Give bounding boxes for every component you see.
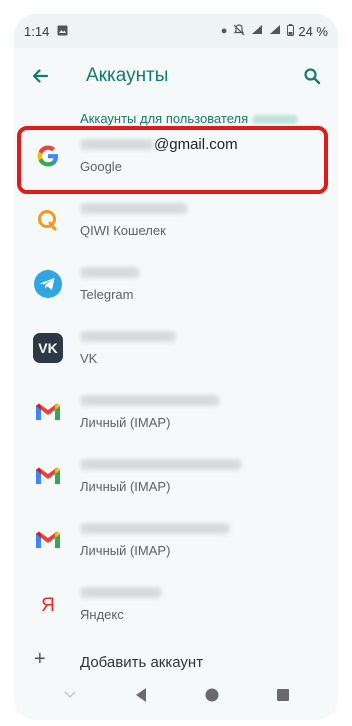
plus-icon: + [34,648,46,670]
account-type: Telegram [80,287,134,302]
add-account-label: Добавить аккаунт [80,654,204,671]
svg-text:VK: VK [38,340,57,356]
account-name: @gmail.com [80,134,328,154]
page-title: Аккаунты [86,65,169,86]
qiwi-icon [32,204,64,236]
search-button[interactable] [296,60,328,92]
account-type: Google [80,159,122,174]
status-time: 1:14 [24,23,50,39]
back-button[interactable] [24,60,56,92]
account-row-telegram[interactable]: Telegram [14,252,338,316]
blurred-account-name [80,202,188,214]
gallery-notification-icon [57,24,68,39]
navigation-bar [14,670,338,720]
account-row-yandex[interactable]: Я Яндекс [14,572,338,636]
account-texts: Личный (IMAP) [80,454,328,494]
account-name [80,326,328,346]
account-type: Личный (IMAP) [80,415,171,430]
battery-level: 24 % [298,23,328,39]
blurred-account-name [80,522,230,534]
account-name [80,582,328,602]
google-icon [32,140,64,172]
account-type: VK [80,351,98,366]
account-row-imap-1[interactable]: Личный (IMAP) [14,380,338,444]
gmail-icon [32,396,64,428]
blurred-account-name [80,394,220,406]
app-bar: Аккаунты [14,48,338,104]
signal-icon [251,24,263,38]
keyboard-hide-button[interactable] [55,680,85,710]
svg-text:Я: Я [41,595,55,616]
gmail-icon [32,524,64,556]
account-texts: Яндекс [80,582,328,622]
blurred-account-name [80,586,162,598]
gmail-icon [32,460,64,492]
account-texts: QIWI Кошелек [80,198,328,238]
signal-icon-2 [269,24,281,38]
home-circle-icon [205,688,218,702]
account-row-imap-2[interactable]: Личный (IMAP) [14,444,338,508]
blurred-account-name [80,266,140,278]
account-type: Личный (IMAP) [80,543,171,558]
account-row-vk[interactable]: VK VK [14,316,338,380]
search-icon [304,68,321,85]
account-type: Личный (IMAP) [80,479,171,494]
yandex-icon: Я [32,588,64,620]
back-triangle-icon [135,688,146,702]
account-name [80,390,328,410]
account-row-google[interactable]: @gmail.com Google [14,124,338,188]
account-type: Яндекс [80,607,124,622]
account-texts: VK [80,326,328,366]
dot-icon: ● [220,25,228,37]
nav-back-button[interactable] [126,680,156,710]
account-texts: Личный (IMAP) [80,390,328,430]
accounts-list: @gmail.com Google QIWI Кошелек Telegram … [14,124,338,636]
account-name [80,198,328,218]
account-row-imap-3[interactable]: Личный (IMAP) [14,508,338,572]
account-name [80,518,328,538]
account-texts: Личный (IMAP) [80,518,328,558]
account-texts: @gmail.com Google [80,134,328,174]
account-texts: Telegram [80,262,328,302]
blurred-account-name [80,458,242,470]
mute-icon [233,23,245,39]
account-name [80,454,328,474]
status-bar: 1:14 ● 24 % [14,14,338,48]
vk-icon: VK [32,332,64,364]
account-email: @gmail.com [154,135,238,153]
blurred-username [252,115,299,125]
account-row-qiwi[interactable]: QIWI Кошелек [14,188,338,252]
recents-square-icon [276,689,289,701]
phone-screen: 1:14 ● 24 % Аккаунты Аккаунты для пользо… [14,14,338,720]
account-name [80,262,328,282]
blurred-email [80,138,154,150]
telegram-icon [32,268,64,300]
battery-icon [287,23,295,39]
nav-home-button[interactable] [197,680,227,710]
back-arrow-icon [32,69,49,83]
nav-recents-button[interactable] [268,680,298,710]
blurred-account-name [80,330,176,342]
account-type: QIWI Кошелек [80,223,166,238]
chevron-down-icon [63,691,76,699]
